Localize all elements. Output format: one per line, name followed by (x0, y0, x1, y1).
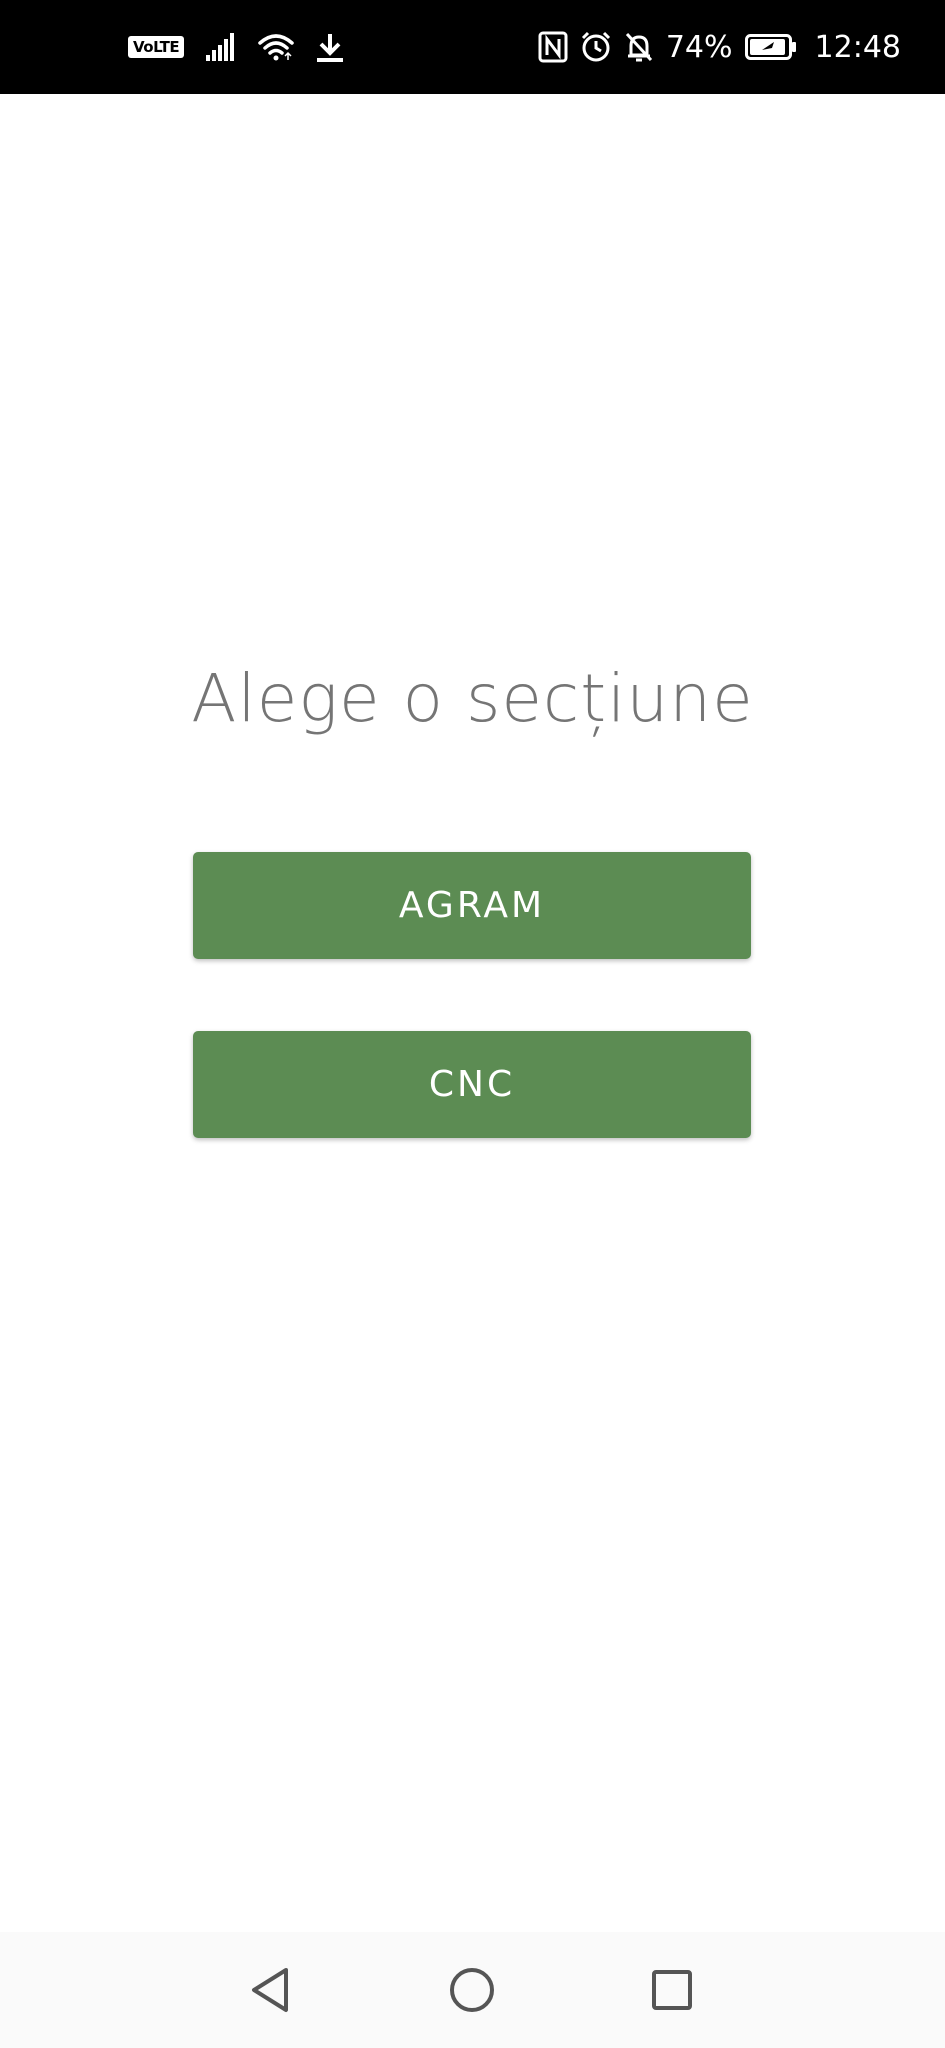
cnc-button[interactable]: CNC (193, 1031, 751, 1138)
battery-percent: 74% (665, 29, 733, 65)
volte-badge: VoLTE (128, 36, 185, 58)
wifi-icon (258, 32, 294, 62)
status-right-group: 74% 12:48 (538, 0, 901, 94)
navigation-bar (0, 1932, 945, 2048)
home-button[interactable] (442, 1960, 502, 2020)
download-icon (316, 32, 344, 62)
clock: 12:48 (814, 29, 901, 65)
app-screen: VoLTE 74% 12:48 Alege o secțiune AGRAM C… (0, 0, 945, 2048)
status-bar: VoLTE 74% 12:48 (0, 0, 945, 94)
battery-icon (744, 34, 797, 60)
signal-icon (206, 33, 236, 61)
back-button[interactable] (240, 1960, 300, 2020)
recents-button[interactable] (642, 1960, 702, 2020)
agram-button[interactable]: AGRAM (193, 852, 751, 959)
home-icon (448, 1966, 496, 2014)
notifications-off-icon (624, 31, 654, 63)
recents-icon (650, 1968, 694, 2012)
alarm-icon (580, 31, 612, 63)
back-icon (248, 1966, 292, 2014)
status-left-group: VoLTE (128, 0, 344, 94)
nfc-icon (538, 31, 568, 63)
page-title: Alege o secțiune (191, 660, 754, 737)
